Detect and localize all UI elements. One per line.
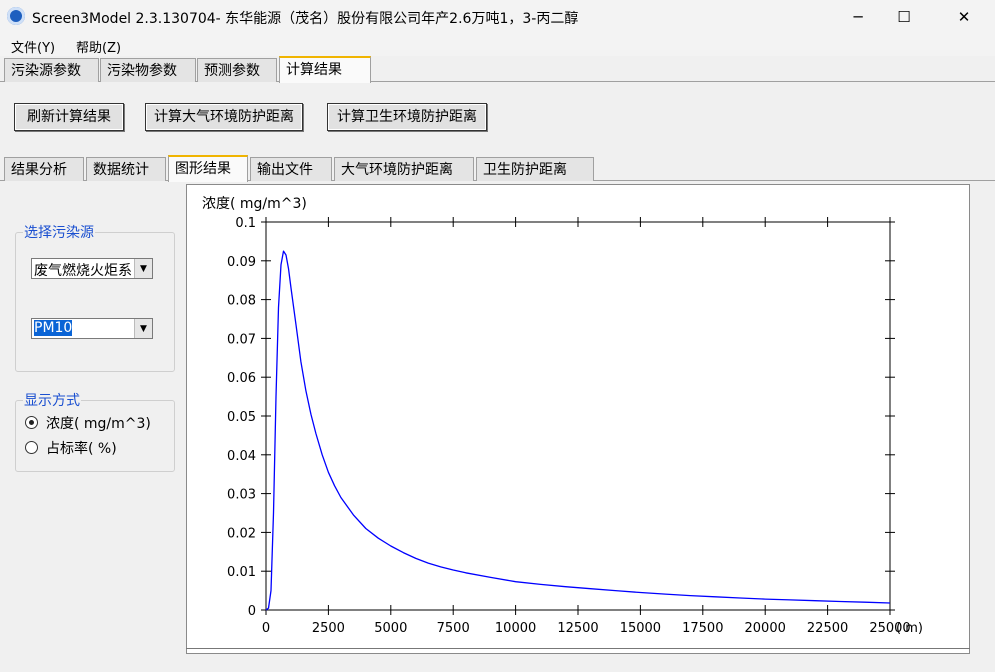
x-tick-label: 17500 — [682, 621, 723, 636]
tab-graph-results[interactable]: 图形结果 — [168, 155, 248, 182]
source-select-value: 废气燃烧火炬系 — [34, 263, 132, 279]
close-icon[interactable]: ✕ — [941, 0, 987, 34]
x-tick-label: 25000 — [869, 621, 910, 636]
menu-bar — [0, 34, 995, 56]
plot-area-frame — [265, 221, 891, 611]
y-tick-label: 0.01 — [227, 565, 256, 580]
pollutant-select[interactable]: PM10 ▼ — [31, 318, 153, 339]
radio-ratio-label[interactable]: 占标率( %) — [46, 438, 117, 458]
window-title: Screen3Model 2.3.130704- 东华能源（茂名）股份有限公司年… — [32, 11, 579, 27]
concentration-chart: 浓度( mg/m^3)( m)00.010.020.030.040.050.06… — [202, 196, 923, 636]
plot-bottom-line — [186, 648, 970, 649]
tab-source-params[interactable]: 污染源参数 — [4, 58, 99, 82]
tab-output-file[interactable]: 输出文件 — [250, 157, 332, 181]
source-select[interactable]: 废气燃烧火炬系 ▼ — [31, 258, 153, 279]
y-axis-label: 浓度( mg/m^3) — [202, 196, 307, 212]
tab-predict-params[interactable]: 预测参数 — [197, 58, 277, 82]
y-tick-label: 0.04 — [227, 449, 256, 464]
pollutant-select-value: PM10 — [34, 320, 73, 336]
x-tick-label: 7500 — [437, 621, 470, 636]
display-group-legend: 显示方式 — [24, 393, 80, 409]
y-tick-label: 0.07 — [227, 332, 256, 347]
calc-health-distance-button[interactable]: 计算卫生环境防护距离 — [327, 103, 487, 131]
tab-calc-results[interactable]: 计算结果 — [279, 56, 371, 83]
refresh-results-button[interactable]: 刷新计算结果 — [14, 103, 124, 131]
y-tick-label: 0.1 — [235, 216, 256, 231]
y-tick-label: 0 — [248, 604, 256, 619]
chevron-down-icon[interactable]: ▼ — [134, 319, 152, 338]
tab-data-stats[interactable]: 数据统计 — [86, 157, 166, 181]
y-tick-label: 0.08 — [227, 294, 256, 309]
minimize-icon[interactable]: ─ — [835, 0, 881, 34]
x-tick-label: 0 — [262, 621, 270, 636]
y-tick-label: 0.03 — [227, 488, 256, 503]
x-tick-label: 20000 — [745, 621, 786, 636]
source-group: 选择污染源 — [15, 222, 175, 372]
radio-concentration[interactable] — [25, 416, 38, 429]
x-tick-label: 15000 — [620, 621, 661, 636]
x-tick-label: 10000 — [495, 621, 536, 636]
y-tick-label: 0.02 — [227, 526, 256, 541]
menu-file[interactable]: 文件(Y) — [11, 37, 55, 56]
source-group-legend: 选择污染源 — [24, 225, 94, 241]
radio-ratio[interactable] — [25, 441, 38, 454]
y-tick-label: 0.05 — [227, 410, 256, 425]
tab-atmos-distance[interactable]: 大气环境防护距离 — [334, 157, 474, 181]
x-tick-label: 5000 — [374, 621, 407, 636]
menu-help[interactable]: 帮助(Z) — [76, 37, 121, 56]
x-tick-label: 12500 — [557, 621, 598, 636]
calc-atmos-distance-button[interactable]: 计算大气环境防护距离 — [145, 103, 303, 131]
x-tick-label: 2500 — [312, 621, 345, 636]
maximize-icon[interactable]: ☐ — [881, 0, 927, 34]
tab-health-distance[interactable]: 卫生防护距离 — [476, 157, 594, 181]
x-tick-label: 22500 — [807, 621, 848, 636]
chevron-down-icon[interactable]: ▼ — [134, 259, 152, 278]
tab-pollutant-params[interactable]: 污染物参数 — [100, 58, 196, 82]
radio-concentration-label[interactable]: 浓度( mg/m^3) — [46, 413, 151, 433]
radio-selected-dot — [29, 420, 34, 425]
tab-result-analysis[interactable]: 结果分析 — [4, 157, 84, 181]
y-tick-label: 0.06 — [227, 371, 256, 386]
y-tick-label: 0.09 — [227, 255, 256, 270]
app-icon — [7, 7, 25, 25]
